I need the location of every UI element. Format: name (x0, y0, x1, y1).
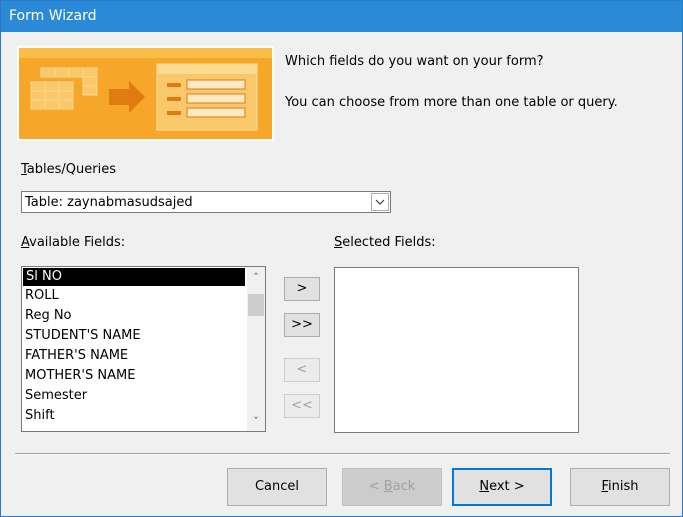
tables-queries-value: Table: zaynabmasudsajed (25, 195, 193, 210)
tables-queries-label: Tables/Queries (21, 162, 116, 177)
chevron-down-icon[interactable] (371, 193, 389, 211)
available-fields-label: Available Fields: (21, 235, 126, 250)
available-fields-scrollbar[interactable]: ˄ ˅ (247, 267, 265, 431)
list-item[interactable]: Reg No (22, 306, 265, 326)
list-item[interactable]: FATHER'S NAME (22, 346, 265, 366)
remove-field-button[interactable]: < (284, 358, 320, 382)
available-fields-list[interactable]: Sl NO ROLL Reg No STUDENT'S NAME FATHER'… (21, 266, 266, 432)
scroll-up-icon[interactable]: ˄ (247, 269, 265, 287)
finish-button[interactable]: Finish (570, 468, 670, 506)
add-all-fields-button[interactable]: >> (284, 313, 320, 337)
footer-divider (15, 453, 670, 455)
cancel-button[interactable]: Cancel (227, 468, 327, 506)
next-button[interactable]: Next > (452, 468, 552, 506)
list-item[interactable]: ROLL (22, 286, 265, 306)
tables-queries-combobox[interactable]: Table: zaynabmasudsajed (21, 191, 391, 213)
scroll-down-icon[interactable]: ˅ (247, 413, 265, 431)
selected-fields-list[interactable] (334, 267, 579, 433)
window-title: Form Wizard (9, 8, 97, 24)
selected-fields-label: Selected Fields: (334, 235, 436, 250)
scrollbar-thumb[interactable] (248, 294, 264, 316)
title-bar[interactable]: Form Wizard (1, 1, 682, 32)
list-item[interactable]: Sl NO (23, 268, 245, 286)
remove-all-fields-button[interactable]: << (284, 394, 320, 418)
list-item[interactable]: Shift (22, 406, 265, 426)
wizard-banner-illustration (17, 46, 274, 141)
list-item[interactable]: Semester (22, 386, 265, 406)
list-item[interactable]: STUDENT'S NAME (22, 326, 265, 346)
back-button[interactable]: < Back (342, 468, 442, 506)
form-wizard-window: Form Wizard Which fields do you want on … (0, 0, 683, 517)
prompt-hint: You can choose from more than one table … (285, 95, 618, 110)
list-item[interactable]: MOTHER'S NAME (22, 366, 265, 386)
add-field-button[interactable]: > (284, 277, 320, 301)
prompt-question: Which fields do you want on your form? (285, 54, 544, 69)
